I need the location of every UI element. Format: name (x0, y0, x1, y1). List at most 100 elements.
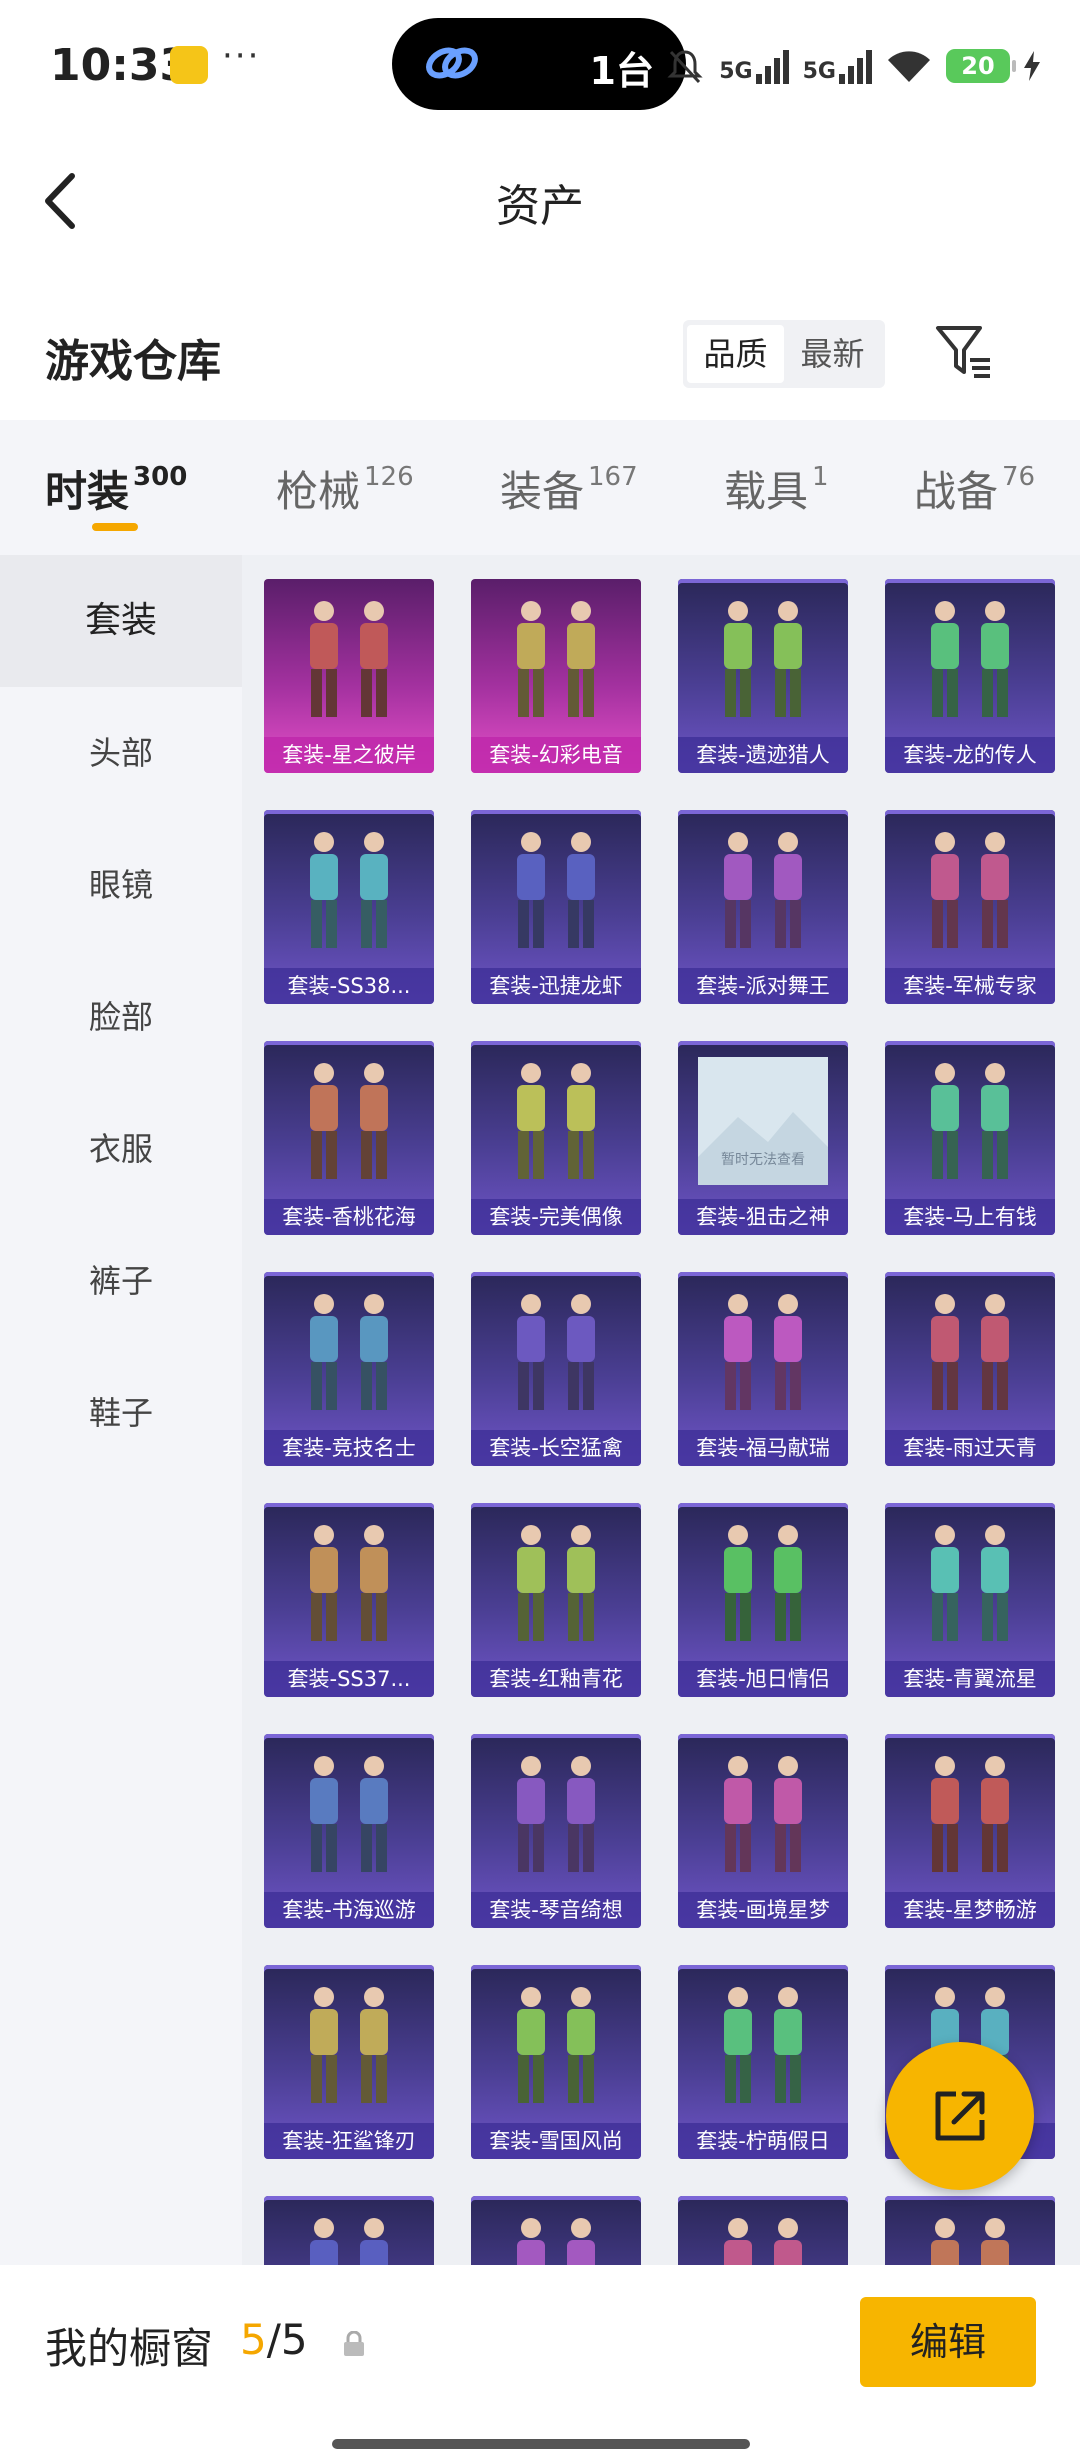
item-card[interactable]: 套装-派对舞王 (678, 810, 848, 1004)
item-card[interactable] (264, 2196, 434, 2265)
mute-icon (667, 50, 703, 84)
outfit-image (724, 1987, 802, 2103)
sort-latest[interactable]: 最新 (784, 325, 881, 383)
item-card[interactable]: 套装-书海巡游 (264, 1734, 434, 1928)
item-card[interactable]: 套装-福马献瑞 (678, 1272, 848, 1466)
item-card[interactable]: 套装-旭日情侣 (678, 1503, 848, 1697)
outfit-image (931, 1756, 1009, 1872)
item-card[interactable]: 套装-狂鲨锋刃 (264, 1965, 434, 2159)
wifi-icon (888, 51, 930, 82)
showcase-count: 5/5 (240, 2315, 308, 2364)
showcase-bar: 我的橱窗 5/5 编辑 (0, 2265, 1080, 2460)
item-name: 套装-幻彩电音 (471, 737, 641, 773)
image-placeholder-text: 暂时无法查看 (721, 1152, 805, 1168)
item-name: 套装-遗迹猎人 (678, 737, 848, 773)
signal-5g-1: 5G (719, 48, 789, 84)
outfit-image (931, 1294, 1009, 1410)
item-name: 套装-香桃花海 (264, 1199, 434, 1235)
item-card[interactable]: 套装-竞技名士 (264, 1272, 434, 1466)
item-card[interactable]: 套装-雪国风尚 (471, 1965, 641, 2159)
outfit-image (724, 2218, 802, 2265)
item-card[interactable]: 套装-雨过天青 (885, 1272, 1055, 1466)
item-name: 套装-狙击之神 (678, 1199, 848, 1235)
share-icon (935, 2091, 985, 2141)
outfit-image (310, 1294, 388, 1410)
item-card[interactable]: 套装-完美偶像 (471, 1041, 641, 1235)
item-card[interactable]: 套装-香桃花海 (264, 1041, 434, 1235)
share-button[interactable] (886, 2042, 1034, 2190)
item-name: 套装-青翼流星 (885, 1661, 1055, 1697)
item-card[interactable]: 套装-SS38... (264, 810, 434, 1004)
tab-vehicles[interactable]: 载具 1 (724, 458, 829, 519)
outfit-image (517, 1294, 595, 1410)
outfit-image (310, 1525, 388, 1641)
edit-button[interactable]: 编辑 (860, 2297, 1036, 2387)
item-name: 套装-书海巡游 (264, 1892, 434, 1928)
dynamic-island[interactable]: 1台 (392, 18, 686, 110)
tab-equipment[interactable]: 装备 167 (500, 458, 638, 519)
link-icon (426, 47, 478, 79)
item-card[interactable]: 套装-琴音绮想 (471, 1734, 641, 1928)
item-name: 套装-狂鲨锋刃 (264, 2123, 434, 2159)
item-card[interactable] (885, 2196, 1055, 2265)
sidebar-item-glasses[interactable]: 眼镜 (0, 819, 242, 951)
item-card[interactable]: 套装-龙的传人 (885, 579, 1055, 773)
category-tabs: 时装 300 枪械 126 装备 167 载具 1 战备 76 (0, 420, 1080, 555)
item-name: 套装-红釉青花 (471, 1661, 641, 1697)
item-name: 套装-旭日情侣 (678, 1661, 848, 1697)
sidebar-item-clothes[interactable]: 衣服 (0, 1083, 242, 1215)
item-name: 套装-雨过天青 (885, 1430, 1055, 1466)
sort-quality[interactable]: 品质 (687, 325, 784, 383)
outfit-image (310, 2218, 388, 2265)
item-name: 套装-派对舞王 (678, 968, 848, 1004)
item-name: 套装-长空猛禽 (471, 1430, 641, 1466)
item-name: 套装-星之彼岸 (264, 737, 434, 773)
item-card[interactable]: 套装-星之彼岸 (264, 579, 434, 773)
item-card[interactable]: 套装-马上有钱 (885, 1041, 1055, 1235)
outfit-image (517, 832, 595, 948)
outfit-image (310, 1987, 388, 2103)
tab-combat-supplies[interactable]: 战备 76 (914, 458, 1035, 519)
outfit-image (517, 1063, 595, 1179)
outfit-image (310, 1756, 388, 1872)
tab-fashion[interactable]: 时装 300 (45, 458, 187, 519)
outfit-image (724, 1756, 802, 1872)
item-card[interactable]: 套装-画境星梦 (678, 1734, 848, 1928)
outfit-image (724, 601, 802, 717)
item-card[interactable] (471, 2196, 641, 2265)
item-card[interactable]: 套装-红釉青花 (471, 1503, 641, 1697)
sidebar-item-suits[interactable]: 套装 (0, 555, 242, 687)
item-card[interactable]: 套装-迅捷龙虾 (471, 810, 641, 1004)
outfit-image (310, 601, 388, 717)
item-name: 套装-柠萌假日 (678, 2123, 848, 2159)
item-name: 套装-画境星梦 (678, 1892, 848, 1928)
item-name: 套装-琴音绮想 (471, 1892, 641, 1928)
item-name: 套装-雪国风尚 (471, 2123, 641, 2159)
outfit-image (517, 1525, 595, 1641)
sidebar-item-shoes[interactable]: 鞋子 (0, 1347, 242, 1479)
tab-guns[interactable]: 枪械 126 (276, 458, 414, 519)
outfit-image (310, 832, 388, 948)
item-card[interactable]: 套装-SS37... (264, 1503, 434, 1697)
page-title: 资产 (496, 181, 584, 232)
item-card[interactable]: 套装-柠萌假日 (678, 1965, 848, 2159)
item-name: 套装-竞技名士 (264, 1430, 434, 1466)
filter-icon[interactable] (934, 322, 994, 380)
item-card[interactable]: 套装-青翼流星 (885, 1503, 1055, 1697)
item-name: 套装-马上有钱 (885, 1199, 1055, 1235)
item-card[interactable]: 套装-军械专家 (885, 810, 1055, 1004)
outfit-image (517, 601, 595, 717)
outfit-image (931, 1063, 1009, 1179)
sidebar-item-head[interactable]: 头部 (0, 687, 242, 819)
home-indicator[interactable] (332, 2439, 750, 2449)
item-card[interactable]: 暂时无法查看套装-狙击之神 (678, 1041, 848, 1235)
item-name: 套装-迅捷龙虾 (471, 968, 641, 1004)
sidebar-item-face[interactable]: 脸部 (0, 951, 242, 1083)
item-card[interactable] (678, 2196, 848, 2265)
item-card[interactable]: 套装-长空猛禽 (471, 1272, 641, 1466)
item-card[interactable]: 套装-遗迹猎人 (678, 579, 848, 773)
item-card[interactable]: 套装-星梦畅游 (885, 1734, 1055, 1928)
more-notifications-icon: ··· (222, 36, 261, 76)
item-card[interactable]: 套装-幻彩电音 (471, 579, 641, 773)
sidebar-item-pants[interactable]: 裤子 (0, 1215, 242, 1347)
